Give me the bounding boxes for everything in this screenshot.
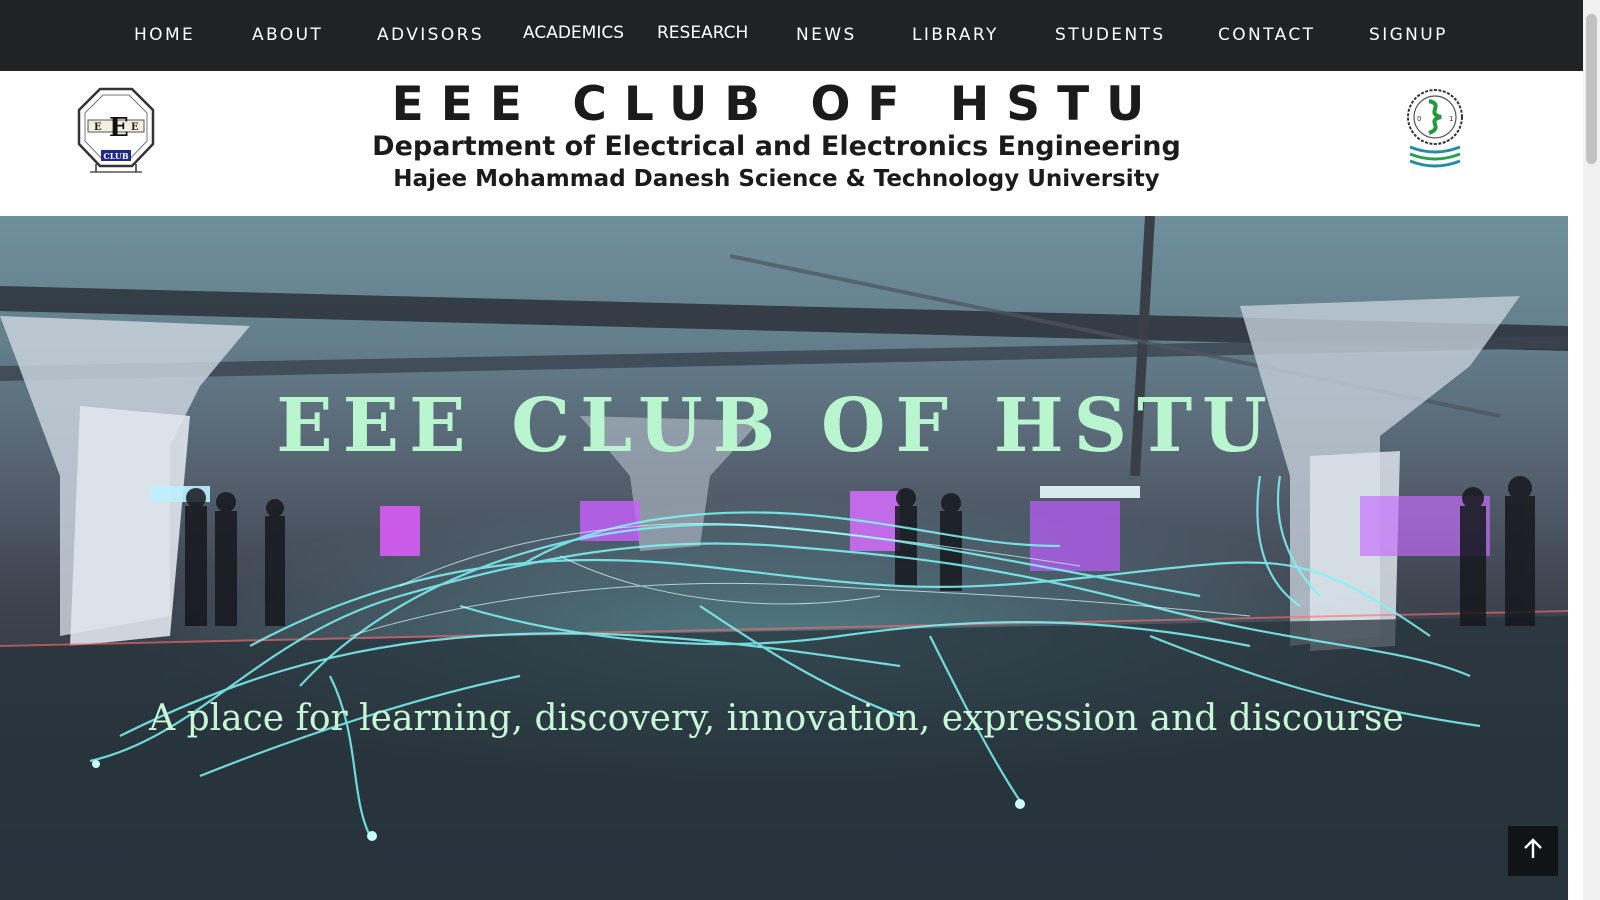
scrollbar-thumb[interactable] [1586,14,1597,164]
nav-advisors[interactable]: ADVISORS [377,0,484,71]
hstu-logo[interactable]: 0 1 [1405,87,1465,173]
department-name: Department of Electrical and Electronics… [372,131,1181,162]
nav-students[interactable]: STUDENTS [1055,0,1166,71]
nav-home[interactable]: HOME [134,0,195,71]
nav-library[interactable]: LIBRARY [912,0,999,71]
hero-banner: EEE CLUB OF HSTU A place for learning, d… [0,216,1568,900]
hero-background-image [0,216,1568,900]
page-scrollbar[interactable] [1583,0,1600,900]
nav-academics[interactable]: ACADEMICS [523,0,624,69]
hero-title: EEE CLUB OF HSTU [276,383,1277,469]
site-title: EEE CLUB OF HSTU [391,77,1162,132]
top-navbar: HOME ABOUT ADVISORS ACADEMICS RESEARCH N… [0,0,1583,71]
university-name: Hajee Mohammad Danesh Science & Technolo… [393,166,1160,192]
site-header: E E E CLUB EEE CLUB OF HSTU Department o… [0,71,1583,216]
svg-text:1: 1 [1449,115,1453,123]
nav-about[interactable]: ABOUT [252,0,323,71]
scroll-to-top-button[interactable] [1508,826,1558,876]
nav-news[interactable]: NEWS [796,0,857,71]
svg-text:0: 0 [1417,115,1421,123]
hero-tagline: A place for learning, discovery, innovat… [149,698,1404,739]
nav-contact[interactable]: CONTACT [1218,0,1315,71]
nav-signup[interactable]: SIGNUP [1369,0,1448,71]
nav-research[interactable]: RESEARCH [657,0,748,69]
page-edge [1568,216,1583,900]
arrow-up-icon [1521,837,1545,865]
